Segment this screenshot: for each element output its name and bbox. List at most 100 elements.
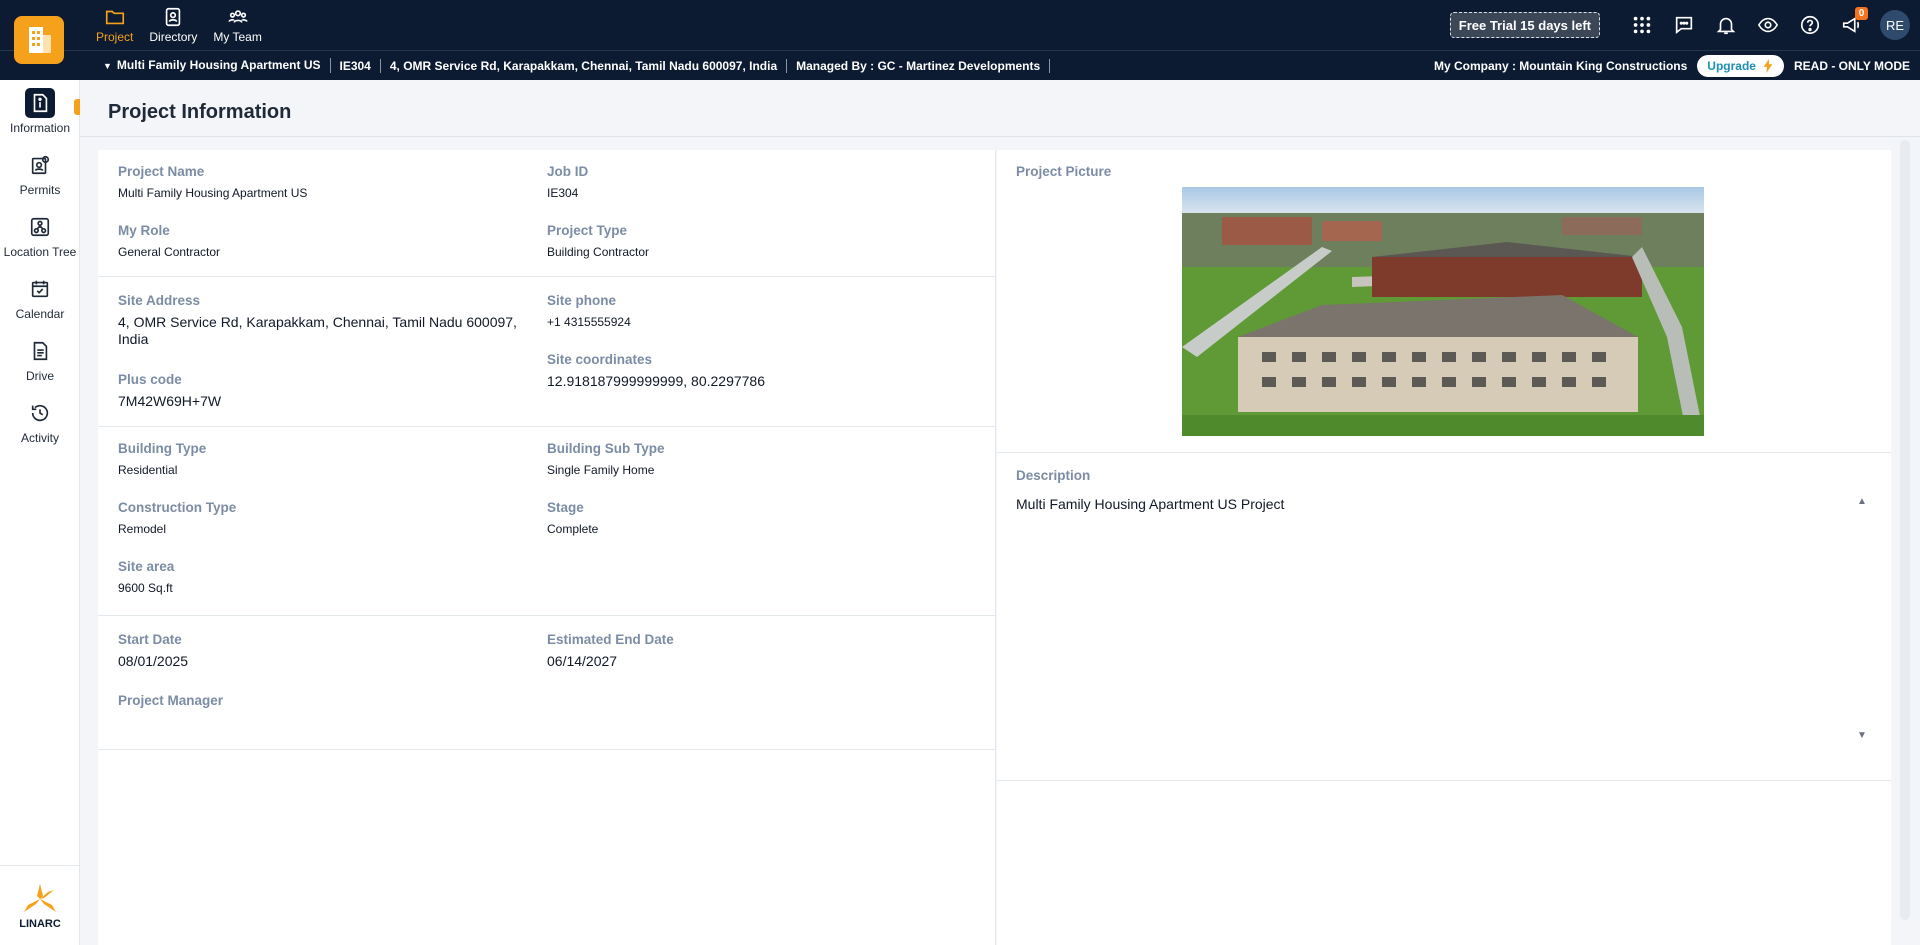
linarc-logo-icon	[24, 883, 56, 912]
field-label: Project Manager	[118, 693, 224, 708]
team-icon	[228, 10, 248, 23]
field-project-type: Project Type Building Contractor	[547, 223, 649, 261]
field-label: Site Address	[118, 293, 201, 308]
info-document-icon	[25, 87, 55, 118]
read-only-mode-label: READ - ONLY MODE	[1793, 58, 1910, 73]
field-label: Stage	[547, 500, 584, 515]
field-building-sub-type: Building Sub Type Single Family Home	[547, 441, 665, 479]
field-value: General Contractor	[118, 245, 221, 259]
apps-grid-icon[interactable]	[1628, 11, 1656, 39]
page-scrollbar[interactable]	[1900, 140, 1910, 920]
app-logo[interactable]	[14, 16, 64, 64]
field-value: 4, OMR Service Rd, Karapakkam, Chennai, …	[118, 314, 517, 347]
announcement-icon[interactable]: 0	[1838, 7, 1868, 39]
field-label: Plus code	[118, 372, 182, 387]
lightning-icon	[1763, 58, 1773, 73]
project-context-bar: ▼ Multi Family Housing Apartment US IE304…	[0, 50, 1920, 80]
eye-icon[interactable]	[1754, 11, 1782, 39]
bell-icon[interactable]	[1712, 11, 1740, 39]
panel-divider	[997, 780, 1891, 781]
field-building-type: Building Type Residential	[118, 441, 206, 479]
apartment-aerial-photo	[1182, 187, 1704, 436]
field-label: Estimated End Date	[547, 632, 674, 647]
folder-icon	[105, 10, 124, 25]
project-media-panel: Project Picture Description Multi Family…	[997, 150, 1891, 945]
job-id-label: IE304	[331, 58, 381, 73]
field-label: Construction Type	[118, 500, 237, 515]
sidebar-item-calendar[interactable]: Calendar	[0, 266, 80, 328]
caret-down-icon: ▼	[103, 61, 112, 71]
field-value: 06/14/2027	[547, 653, 618, 669]
left-sidebar: Information Permits Location Tree Calend…	[0, 80, 80, 945]
project-context-right: My Company : Mountain King Constructions…	[1434, 51, 1910, 80]
location-tree-icon	[25, 212, 55, 242]
field-value: Remodel	[118, 522, 167, 536]
page-header: Project Information	[80, 80, 1920, 137]
project-selector[interactable]: ▼ Multi Family Housing Apartment US	[103, 58, 331, 73]
project-context-left: ▼ Multi Family Housing Apartment US IE304…	[103, 51, 1051, 80]
field-value: 7M42W69H+7W	[118, 393, 222, 409]
upgrade-label: Upgrade	[1707, 58, 1756, 73]
field-my-role: My Role General Contractor	[118, 223, 220, 261]
managed-by-label: Managed By : GC - Martinez Developments	[787, 58, 1051, 73]
project-details-panel: Project Name Multi Family Housing Apartm…	[98, 150, 996, 945]
field-site-address: Site Address 4, OMR Service Rd, Karapakk…	[118, 293, 518, 348]
chat-icon[interactable]	[1670, 11, 1698, 39]
schedule-section: Start Date 08/01/2025 Estimated End Date…	[98, 616, 996, 750]
page-title: Project Information	[108, 101, 292, 123]
main-nav: Project Directory My Team	[88, 0, 270, 50]
sidebar-item-permits[interactable]: Permits	[0, 142, 80, 204]
field-value: +1 4315555924	[547, 315, 631, 329]
sidebar-item-information[interactable]: Information	[0, 80, 80, 142]
field-label: Project Name	[118, 164, 205, 179]
nav-directory[interactable]: Directory	[141, 0, 205, 50]
top-navbar: Project Directory My Team Free Trial 15 …	[0, 0, 1920, 50]
scroll-down-arrow-icon[interactable]: ▼	[1857, 730, 1867, 741]
description-label: Description	[1016, 468, 1091, 483]
description-text[interactable]: Multi Family Housing Apartment US Projec…	[1016, 496, 1284, 512]
basic-info-section: Project Name Multi Family Housing Apartm…	[98, 150, 996, 277]
brand-logo: LINARC	[0, 865, 80, 945]
brand-name: LINARC	[19, 917, 61, 930]
building-info-section: Building Type Residential Building Sub T…	[98, 427, 996, 616]
drive-icon	[25, 336, 55, 366]
field-value: Building Contractor	[547, 245, 650, 259]
field-value: IE304	[547, 186, 579, 200]
field-project-manager: Project Manager	[118, 693, 223, 714]
nav-directory-label: Directory	[149, 30, 198, 44]
announcement-count-badge: 0	[1855, 7, 1868, 20]
field-project-name: Project Name Multi Family Housing Apartm…	[118, 164, 307, 202]
sidebar-item-label: Activity	[20, 430, 59, 445]
scroll-up-arrow-icon[interactable]: ▲	[1857, 496, 1867, 507]
field-value: Multi Family Housing Apartment US	[118, 186, 308, 200]
permit-icon	[25, 150, 55, 180]
field-value: Complete	[547, 522, 599, 536]
company-label: My Company : Mountain King Constructions	[1433, 58, 1688, 73]
upgrade-button[interactable]: Upgrade	[1697, 54, 1784, 77]
header-actions: Free Trial 15 days left 0 RE	[1449, 0, 1910, 50]
field-label: Project Type	[547, 223, 628, 238]
project-selector-label: Multi Family Housing Apartment US	[116, 58, 321, 72]
panel-divider	[997, 452, 1891, 453]
sidebar-item-drive[interactable]: Drive	[0, 328, 80, 390]
field-label: Site coordinates	[547, 352, 653, 367]
nav-project[interactable]: Project	[88, 0, 141, 50]
field-label: Building Sub Type	[547, 441, 665, 456]
sidebar-item-activity[interactable]: Activity	[0, 390, 80, 452]
sidebar-item-label: Information	[9, 120, 71, 135]
free-trial-button[interactable]: Free Trial 15 days left	[1449, 12, 1600, 38]
field-value: 9600 Sq.ft	[118, 581, 173, 595]
project-picture[interactable]	[1182, 187, 1704, 436]
field-value: 12.918187999999999, 80.2297786	[547, 373, 765, 389]
user-avatar[interactable]: RE	[1880, 10, 1910, 40]
field-site-coordinates: Site coordinates 12.918187999999999, 80.…	[547, 352, 765, 390]
nav-project-label: Project	[96, 30, 134, 44]
help-icon[interactable]	[1796, 11, 1824, 39]
field-site-phone: Site phone +1 4315555924	[547, 293, 631, 331]
nav-my-team-label: My Team	[213, 30, 262, 44]
site-info-section: Site Address 4, OMR Service Rd, Karapakk…	[98, 277, 996, 427]
nav-my-team[interactable]: My Team	[205, 0, 269, 50]
field-job-id: Job ID IE304	[547, 164, 588, 202]
sidebar-item-location-tree[interactable]: Location Tree	[0, 204, 80, 266]
field-label: Site phone	[547, 293, 617, 308]
